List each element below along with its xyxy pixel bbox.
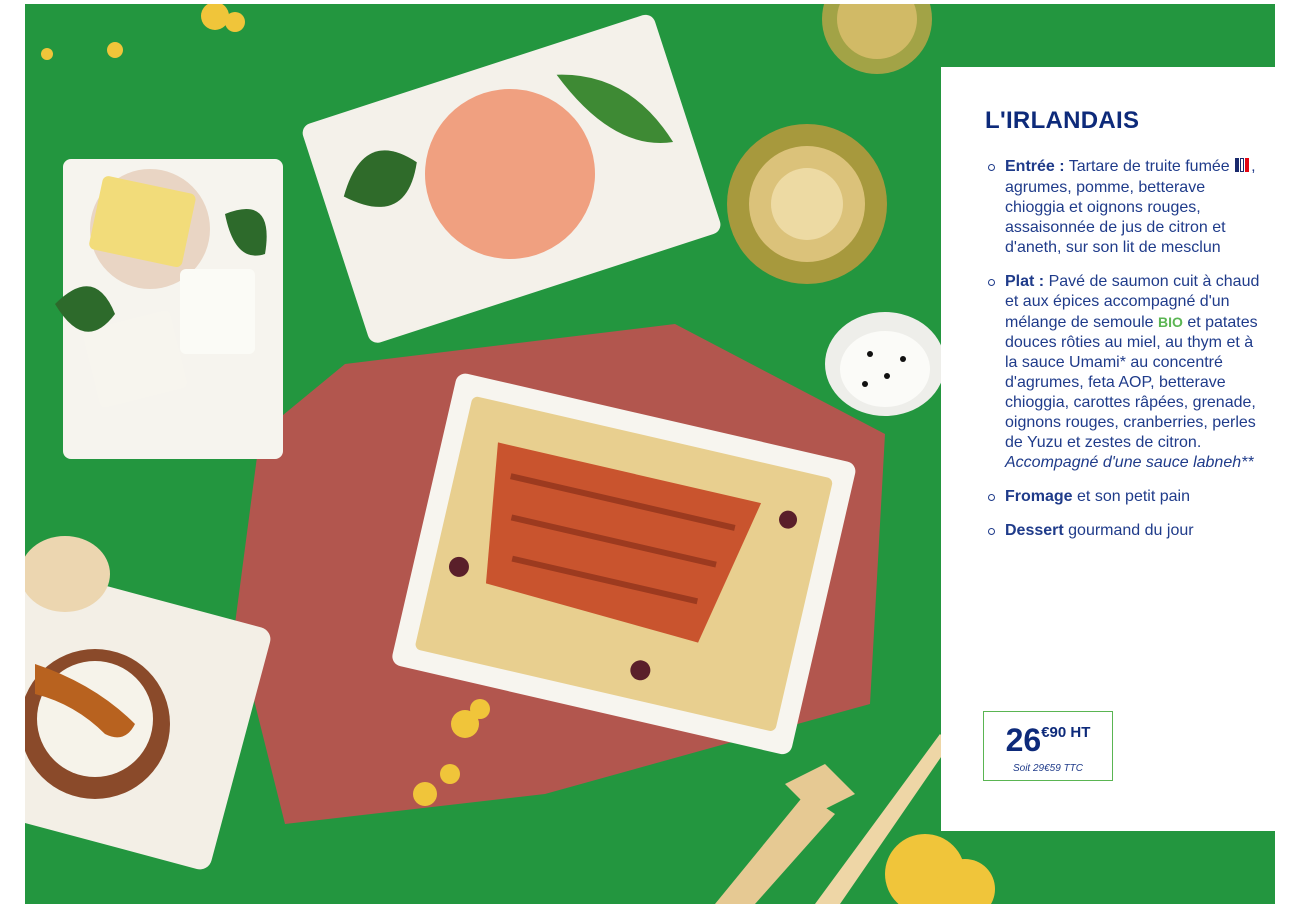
bio-badge: BIO <box>1157 314 1183 330</box>
course-description: et patates douces rôties au miel, au thy… <box>1005 314 1258 451</box>
price-ttc: Soit 29€59 TTC <box>1012 763 1084 774</box>
course-description: gourmand du jour <box>1063 522 1194 539</box>
course-name: Entrée : <box>1005 158 1065 175</box>
course-name: Dessert <box>1005 522 1064 539</box>
price-decimal: €90 HT <box>1041 724 1091 741</box>
glass-middle <box>727 124 887 284</box>
bullet-icon <box>988 164 995 171</box>
course-name: Plat : <box>1005 273 1045 290</box>
course-item-entree: Entrée : Tartare de truite fumée , agrum… <box>985 157 1261 258</box>
bullet-icon <box>988 528 995 535</box>
course-name: Fromage <box>1005 488 1073 505</box>
sauce-ramekin <box>825 312 945 416</box>
course-item-plat: Plat : Pavé de saumon cuit à chaud et au… <box>985 272 1261 473</box>
cheese-plate <box>55 159 283 459</box>
bullet-icon <box>988 494 995 501</box>
course-item-dessert: Dessert gourmand du jour <box>985 521 1261 541</box>
course-description: et son petit pain <box>1072 488 1190 505</box>
bullet-icon <box>988 279 995 286</box>
price-ht: 26€90 HT <box>984 722 1112 759</box>
menu-card: L'IRLANDAIS Entrée : Tartare de truite f… <box>941 67 1275 831</box>
menu-title: L'IRLANDAIS <box>985 107 1140 134</box>
price-box: 26€90 HT Soit 29€59 TTC <box>983 711 1113 781</box>
course-list: Entrée : Tartare de truite fumée , agrum… <box>985 157 1261 541</box>
course-item-fromage: Fromage et son petit pain <box>985 487 1261 507</box>
irish-flag-icon <box>1235 158 1250 178</box>
price-integer: 26 <box>1005 722 1042 758</box>
course-description: Tartare de truite fumée <box>1064 158 1235 175</box>
course-italic-note: Accompagné d'une sauce labneh** <box>1005 454 1254 471</box>
